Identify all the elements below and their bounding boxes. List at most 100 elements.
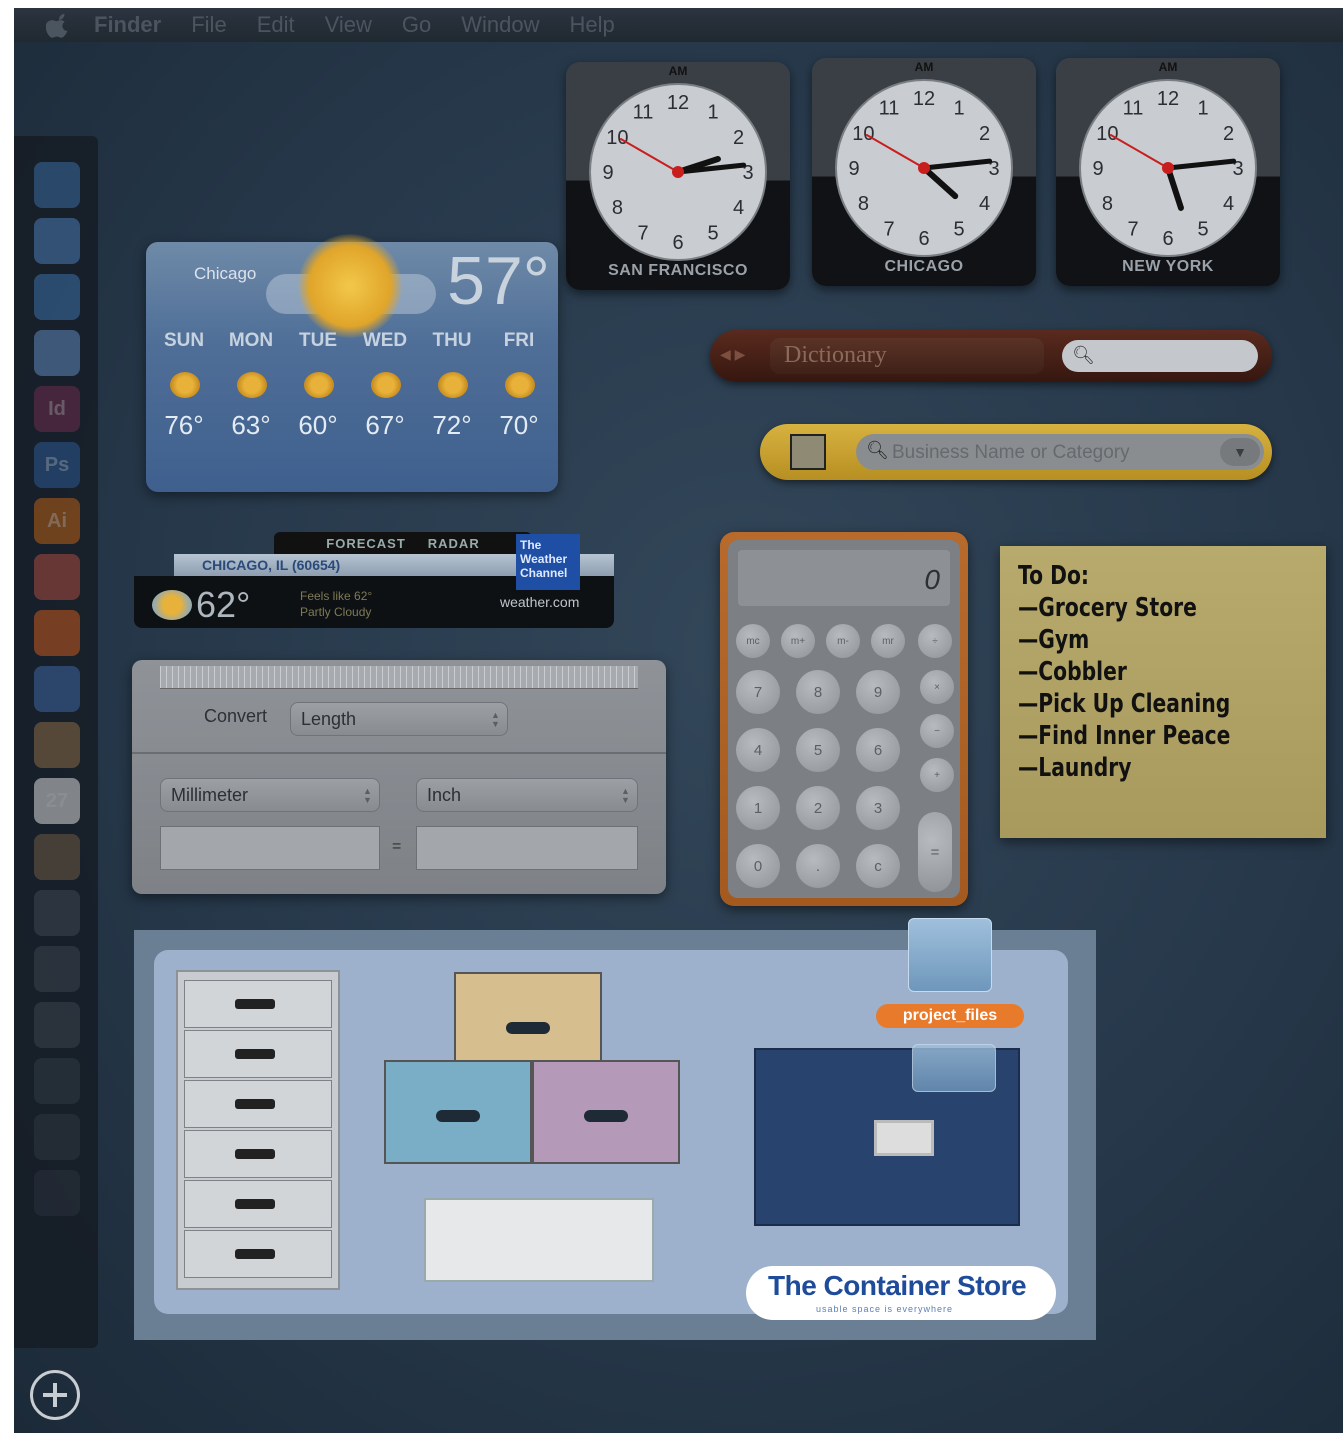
- purple-bin-image: [532, 1060, 680, 1164]
- from-value-field[interactable]: [160, 826, 380, 870]
- divider: [132, 752, 666, 754]
- dock-app-icon[interactable]: [34, 330, 80, 376]
- dock-app-icon[interactable]: [34, 890, 80, 936]
- container-store-logo[interactable]: The Container Store usable space is ever…: [746, 1266, 1056, 1320]
- clock-city-label: CHICAGO: [884, 258, 964, 275]
- calc-key[interactable]: 9: [856, 670, 900, 714]
- calc-equals-key[interactable]: =: [918, 812, 952, 892]
- dictionary-search-input[interactable]: 🔍︎: [1062, 340, 1258, 372]
- svg-text:10: 10: [606, 127, 628, 149]
- calculator-widget[interactable]: 0 mc m+ m-mr ÷ 7 8 9 4 5 6 1 2 3 0. c × − + =: [720, 532, 968, 906]
- weather-channel-url[interactable]: weather.com: [500, 594, 579, 610]
- tab-radar[interactable]: RADAR: [428, 536, 480, 551]
- svg-text:11: 11: [1123, 97, 1144, 119]
- svg-text:12: 12: [913, 88, 935, 110]
- weather-condition-icon: [170, 372, 200, 398]
- menu-help[interactable]: Help: [570, 12, 615, 38]
- apple-icon[interactable]: [46, 12, 72, 38]
- calc-memory-key[interactable]: m+: [781, 624, 815, 658]
- menu-finder[interactable]: Finder: [94, 12, 161, 38]
- clock-ampm: AM: [1158, 60, 1178, 74]
- calc-key[interactable]: 4: [736, 728, 780, 772]
- svg-text:12: 12: [1157, 88, 1179, 110]
- calc-key[interactable]: 5: [796, 728, 840, 772]
- from-unit-select[interactable]: Millimeter ▲ ▼: [160, 778, 380, 812]
- dock-app-icon[interactable]: [34, 218, 80, 264]
- dictionary-widget[interactable]: ◀ ▶ Dictionary 🔍︎: [710, 330, 1272, 382]
- unit-converter-widget[interactable]: Convert Length ▲ ▼ Millimeter ▲ ▼ Inch ▲ ▼ …: [132, 660, 666, 894]
- category-select[interactable]: Length ▲ ▼: [290, 702, 508, 736]
- menu-view[interactable]: View: [325, 12, 372, 38]
- dock-app-icon[interactable]: [34, 834, 80, 880]
- dock-app-icon[interactable]: [34, 1170, 80, 1216]
- dock-app-icon[interactable]: [34, 162, 80, 208]
- folder-icon[interactable]: [908, 918, 992, 992]
- back-forward-icon[interactable]: ◀ ▶: [720, 346, 745, 363]
- calc-operator-key[interactable]: +: [920, 758, 954, 792]
- calc-key[interactable]: 3: [856, 786, 900, 830]
- menu-file[interactable]: File: [191, 12, 226, 38]
- calc-key[interactable]: .: [796, 844, 840, 888]
- weather-widget[interactable]: Chicago 57° SUN 76° MON 63° TUE 60° WED 67° THU 7…: [146, 234, 558, 492]
- calc-key[interactable]: 2: [796, 786, 840, 830]
- calc-memory-key[interactable]: m-: [826, 624, 860, 658]
- to-unit-select[interactable]: Inch ▲ ▼: [416, 778, 638, 812]
- business-search-widget[interactable]: 🔍︎ Business Name or Category ▼: [760, 424, 1272, 480]
- weather-channel-logo[interactable]: The Weather Channel: [516, 534, 580, 590]
- tab-forecast[interactable]: FORECAST: [326, 536, 406, 551]
- forecast-day: THU: [432, 330, 472, 351]
- forecast-day: TUE: [299, 330, 337, 351]
- clock-city-label: SAN FRANCISCO: [608, 262, 748, 279]
- to-value-field[interactable]: [416, 826, 638, 870]
- svg-text:7: 7: [1127, 219, 1138, 241]
- calculator-body: 0 mc m+ m-mr ÷ 7 8 9 4 5 6 1 2 3 0. c × − + =: [728, 540, 960, 898]
- calc-operator-key[interactable]: −: [920, 714, 954, 748]
- dock-app-icon[interactable]: Ai: [34, 498, 80, 544]
- calc-key[interactable]: c: [856, 844, 900, 888]
- dock-app-icon[interactable]: [34, 1114, 80, 1160]
- clock-widget-new-york[interactable]: AM 1 2 3 4 5 6 7 8 9 10 11 12 NEW YORK: [1056, 58, 1280, 286]
- business-search-input[interactable]: 🔍︎ Business Name or Category ▼: [856, 434, 1264, 470]
- menu-go[interactable]: Go: [402, 12, 431, 38]
- menu-window[interactable]: Window: [461, 12, 539, 38]
- weather-condition-icon: [304, 372, 334, 398]
- chevron-down-icon[interactable]: ▼: [1220, 438, 1260, 466]
- dock-app-icon[interactable]: [34, 610, 80, 656]
- calc-key[interactable]: 1: [736, 786, 780, 830]
- svg-text:2: 2: [1223, 123, 1234, 145]
- calc-operator-key[interactable]: ×: [920, 670, 954, 704]
- dock-app-icon[interactable]: [34, 946, 80, 992]
- calc-key[interactable]: 0: [736, 844, 780, 888]
- calc-key[interactable]: 7: [736, 670, 780, 714]
- clock-widget-chicago[interactable]: AM 1 2 3 4 5 6 7 8 9 10 11 12 CHICAGO: [812, 58, 1036, 286]
- dock-app-icon[interactable]: [34, 722, 80, 768]
- clock-face-icon: 1234567891011 12: [1079, 79, 1257, 257]
- clock-widget-san-francisco[interactable]: AM 1 2 3 4 5 6 7 8 9 10 11 12 SAN FRANCISCO: [566, 62, 790, 290]
- svg-text:6: 6: [672, 232, 683, 254]
- dictionary-source-select[interactable]: Dictionary: [770, 338, 1044, 374]
- svg-text:2: 2: [979, 123, 990, 145]
- dock-app-icon[interactable]: 27: [34, 778, 80, 824]
- project-files-folder-label[interactable]: project_files: [876, 1004, 1024, 1028]
- calc-memory-key[interactable]: mc: [736, 624, 770, 658]
- dock-app-icon[interactable]: Ps: [34, 442, 80, 488]
- calc-key[interactable]: 8: [796, 670, 840, 714]
- calc-memory-key[interactable]: mr: [871, 624, 905, 658]
- dock-app-icon[interactable]: [34, 1002, 80, 1048]
- dock-app-icon[interactable]: [34, 1058, 80, 1104]
- folder-drop-target-icon: [912, 1044, 996, 1092]
- dock-app-icon[interactable]: Id: [34, 386, 80, 432]
- weather-condition-icon: [371, 372, 401, 398]
- calc-operator-key[interactable]: ÷: [918, 624, 952, 658]
- svg-text:12: 12: [667, 92, 689, 114]
- dock-app-icon[interactable]: [34, 666, 80, 712]
- weather-channel-widget[interactable]: FORECAST RADAR CHICAGO, IL (60654) 62° F…: [134, 532, 618, 628]
- menu-edit[interactable]: Edit: [257, 12, 295, 38]
- dock-app-icon[interactable]: [34, 554, 80, 600]
- dock-app-icon[interactable]: [34, 274, 80, 320]
- svg-text:5: 5: [707, 223, 718, 245]
- sticky-note-widget[interactable]: To Do: —Grocery Store —Gym —Cobbler —Pic…: [1000, 546, 1326, 838]
- calc-key[interactable]: 6: [856, 728, 900, 772]
- add-widget-button[interactable]: [30, 1370, 80, 1420]
- svg-text:2: 2: [733, 127, 744, 149]
